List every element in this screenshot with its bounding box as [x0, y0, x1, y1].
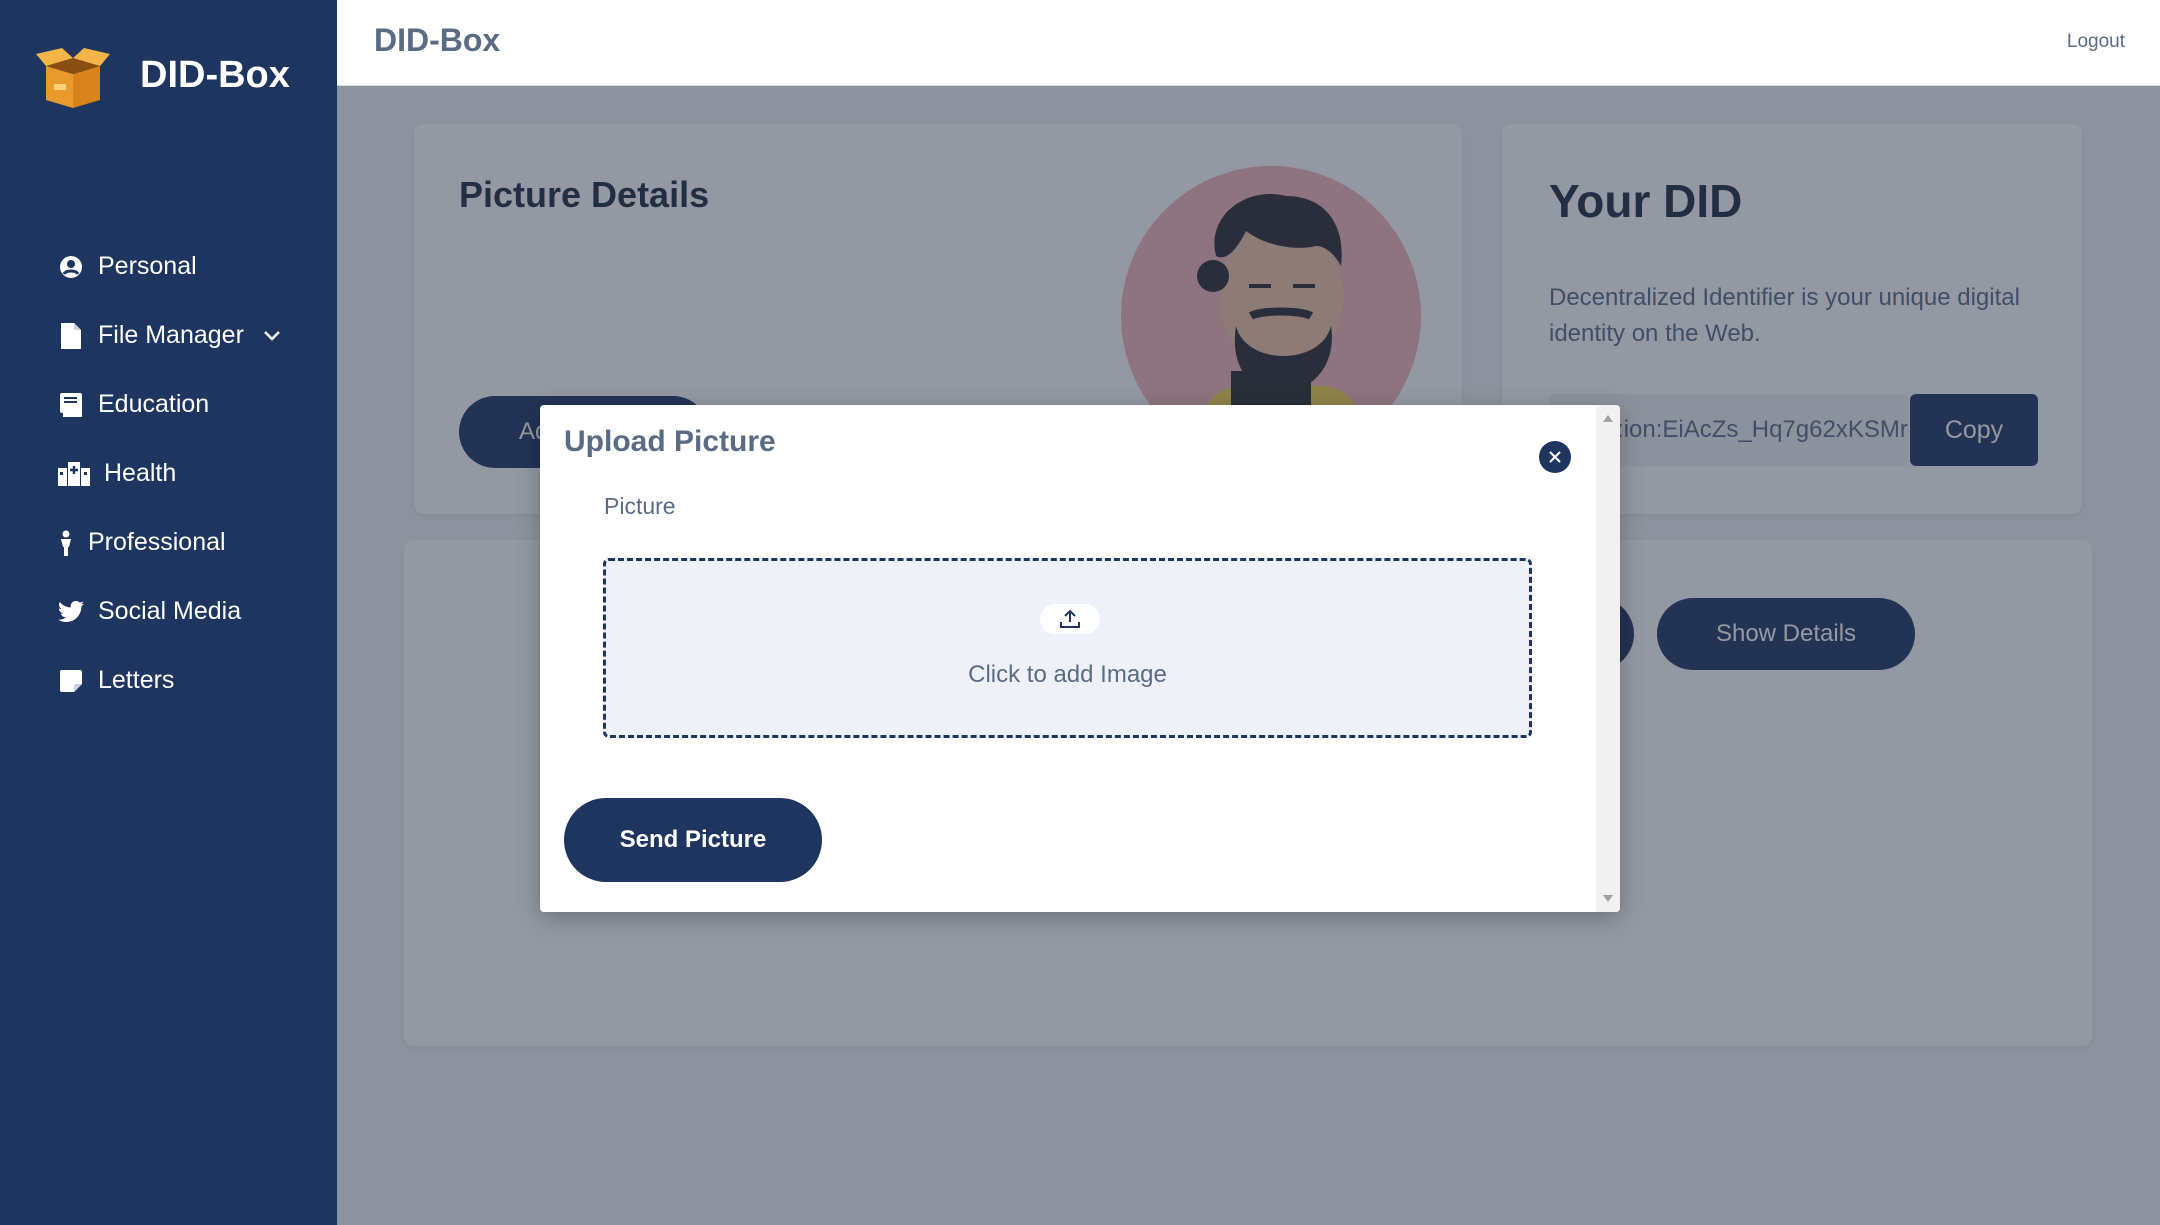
- upload-picture-modal: Upload Picture Picture Click to add Imag…: [540, 405, 1620, 912]
- modal-scrollbar[interactable]: [1596, 405, 1620, 912]
- dropzone-text: Click to add Image: [968, 661, 1167, 688]
- image-dropzone[interactable]: Click to add Image: [603, 558, 1532, 738]
- upload-icon: [1040, 604, 1100, 634]
- sidebar-backdrop: [0, 0, 337, 1225]
- close-icon: [1549, 451, 1561, 463]
- modal-title: Upload Picture: [564, 425, 776, 458]
- topbar-backdrop: [337, 0, 2160, 86]
- scroll-down-arrow-icon[interactable]: [1603, 895, 1613, 902]
- scroll-up-arrow-icon[interactable]: [1603, 415, 1613, 422]
- close-button[interactable]: [1539, 441, 1571, 473]
- picture-field-label: Picture: [604, 493, 676, 519]
- send-picture-button[interactable]: Send Picture: [564, 798, 822, 882]
